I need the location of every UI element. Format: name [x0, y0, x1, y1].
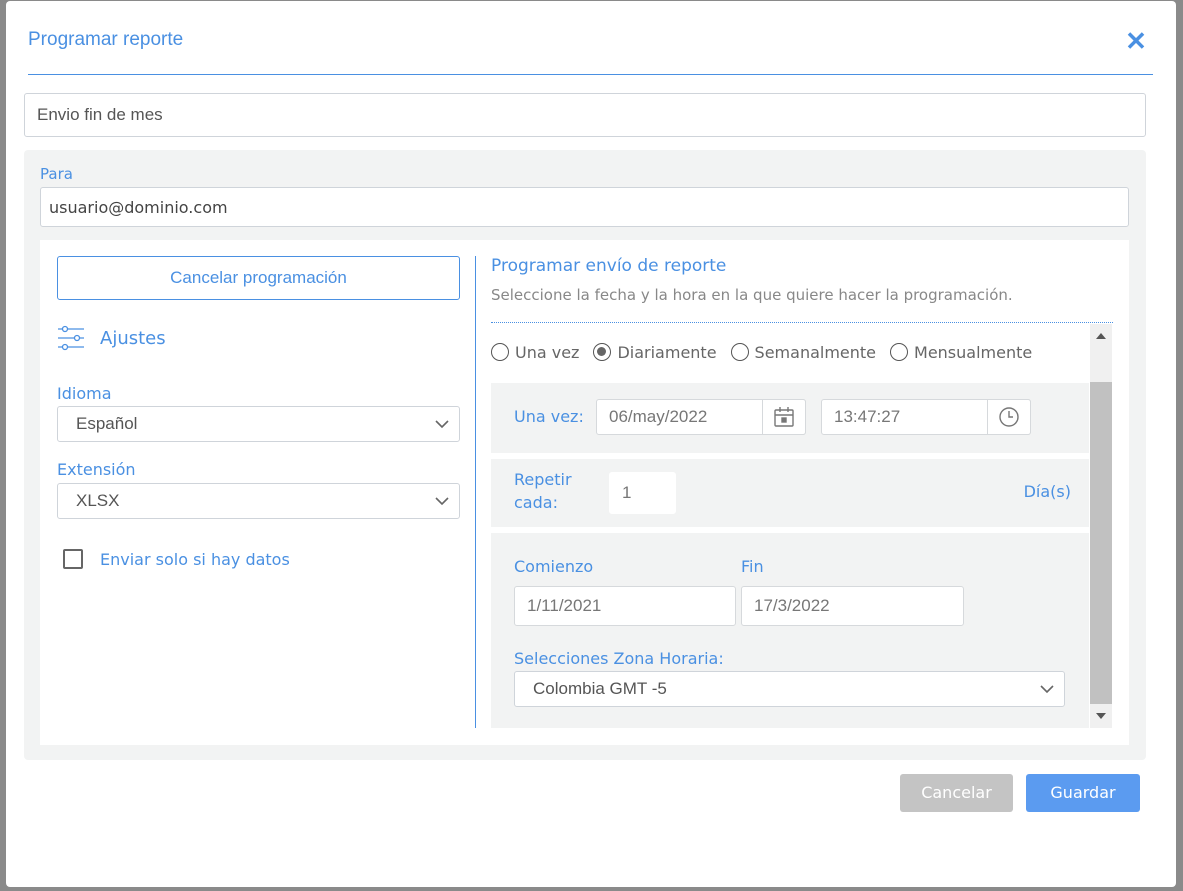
- frequency-radio-group: Una vez Diariamente Semanalmente Mensual…: [491, 341, 1046, 363]
- radio-once[interactable]: Una vez: [491, 343, 579, 362]
- recipients-input[interactable]: [40, 187, 1129, 227]
- repeat-label-line2: cada:: [514, 493, 558, 512]
- schedule-title: Programar envío de reporte: [491, 256, 727, 276]
- range-section: Comienzo 1/11/2021 Fin 17/3/2022 Selecci…: [491, 533, 1089, 728]
- scrollbar-thumb[interactable]: [1090, 382, 1112, 704]
- radio-monthly[interactable]: Mensualmente: [890, 343, 1032, 362]
- once-section: Una vez: 06/may/2022 13:47:27: [491, 383, 1089, 453]
- radio-daily[interactable]: Diariamente: [593, 342, 717, 362]
- radio-button[interactable]: [491, 343, 509, 361]
- recipients-label: Para: [40, 165, 73, 183]
- cancel-button[interactable]: Cancelar: [900, 774, 1013, 812]
- time-value: 13:47:27: [834, 407, 901, 426]
- report-name-input[interactable]: [24, 93, 1146, 137]
- dialog-title: Programar reporte: [28, 29, 184, 50]
- only-if-data-label: Enviar solo si hay datos: [100, 550, 290, 569]
- radio-button[interactable]: [890, 343, 909, 361]
- cancel-schedule-button[interactable]: Cancelar programación: [57, 256, 460, 300]
- once-label: Una vez:: [514, 407, 584, 426]
- title-divider: [28, 74, 1153, 75]
- sliders-icon: [57, 324, 85, 352]
- calendar-icon: [774, 407, 794, 427]
- repeat-unit-label: Día(s): [1023, 482, 1071, 501]
- column-divider: [475, 256, 476, 728]
- repeat-interval-input[interactable]: 1: [609, 472, 676, 514]
- calendar-button[interactable]: [762, 399, 806, 435]
- clock-icon: [999, 407, 1019, 427]
- radio-button[interactable]: [593, 343, 612, 361]
- radio-label: Diariamente: [617, 342, 717, 362]
- close-icon[interactable]: ✕: [1124, 28, 1148, 54]
- extension-value: XLSX: [76, 491, 120, 510]
- language-label: Idioma: [57, 384, 112, 403]
- chevron-down-icon: [1040, 685, 1054, 694]
- clock-button[interactable]: [987, 399, 1031, 435]
- language-value: Español: [76, 414, 138, 433]
- date-value: 06/may/2022: [609, 407, 708, 426]
- end-label: Fin: [741, 557, 764, 576]
- dotted-divider: [491, 322, 1113, 323]
- only-if-data-checkbox[interactable]: [63, 549, 83, 569]
- extension-label: Extensión: [57, 460, 136, 479]
- start-date-input[interactable]: 1/11/2021: [514, 586, 736, 626]
- start-date-value: 1/11/2021: [527, 596, 602, 615]
- time-input[interactable]: 13:47:27: [821, 399, 1031, 435]
- scroll-down-arrow-icon[interactable]: [1090, 706, 1112, 726]
- repeat-section: Repetir cada: 1 Día(s): [491, 459, 1089, 527]
- language-select[interactable]: Español: [57, 406, 460, 442]
- end-date-input[interactable]: 17/3/2022: [741, 586, 964, 626]
- chevron-down-icon: [435, 420, 449, 429]
- radio-label: Una vez: [515, 342, 580, 362]
- repeat-label-line1: Repetir: [514, 470, 572, 489]
- scroll-up-arrow-icon[interactable]: [1090, 326, 1112, 346]
- radio-weekly[interactable]: Semanalmente: [730, 342, 877, 362]
- timezone-label: Selecciones Zona Horaria:: [514, 649, 724, 668]
- repeat-interval-value: 1: [622, 483, 632, 502]
- end-date-value: 17/3/2022: [754, 596, 830, 615]
- radio-label: Semanalmente: [754, 342, 877, 362]
- extension-select[interactable]: XLSX: [57, 483, 460, 519]
- timezone-select[interactable]: Colombia GMT -5: [514, 671, 1065, 707]
- radio-button[interactable]: [730, 343, 749, 361]
- schedule-subtitle: Seleccione la fecha y la hora en la que …: [491, 286, 1013, 304]
- radio-label: Mensualmente: [914, 342, 1033, 362]
- settings-heading: Ajustes: [100, 328, 166, 349]
- timezone-value: Colombia GMT -5: [533, 679, 667, 698]
- date-input[interactable]: 06/may/2022: [596, 399, 806, 435]
- save-button[interactable]: Guardar: [1026, 774, 1140, 812]
- start-label: Comienzo: [514, 557, 594, 576]
- chevron-down-icon: [435, 497, 449, 506]
